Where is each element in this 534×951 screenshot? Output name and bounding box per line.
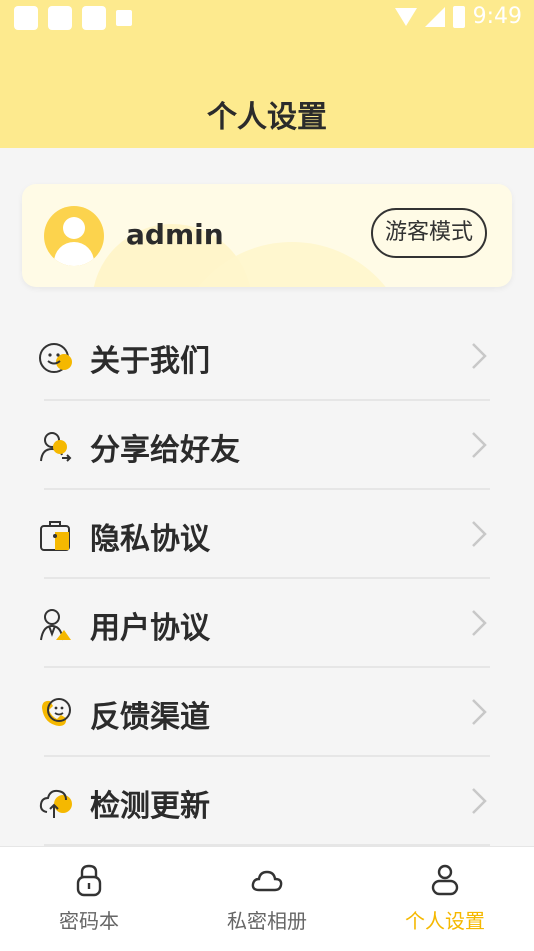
- notification-icon: [48, 6, 72, 30]
- menu-item-share[interactable]: 分享给好友: [0, 401, 534, 490]
- page-title: 个人设置: [207, 100, 327, 135]
- menu-item-feedback[interactable]: 反馈渠道: [0, 668, 534, 757]
- menu-item-label: 隐私协议: [90, 522, 210, 557]
- cloud-icon: [251, 870, 283, 892]
- person-icon: [431, 864, 459, 896]
- feedback-icon: [42, 698, 71, 726]
- notification-icon: [14, 6, 38, 30]
- tab-label: 私密相册: [227, 909, 307, 933]
- menu-item-privacy[interactable]: 隐私协议: [0, 490, 534, 579]
- status-system-icons: 9:49: [394, 4, 522, 29]
- menu-item-label: 关于我们: [90, 344, 210, 379]
- header: 个人设置: [0, 36, 534, 148]
- menu-item-check-update[interactable]: 检测更新: [0, 757, 534, 846]
- menu-item-label: 检测更新: [90, 789, 210, 824]
- status-notification-icons: [14, 6, 132, 30]
- chevron-right-icon: [472, 699, 487, 725]
- menu-item-label: 用户协议: [90, 611, 210, 646]
- menu-item-label: 反馈渠道: [90, 700, 210, 735]
- chevron-right-icon: [472, 788, 487, 814]
- avatar[interactable]: [44, 206, 104, 266]
- lock-icon: [76, 864, 102, 897]
- username: admin: [126, 218, 224, 251]
- tab-label: 密码本: [59, 909, 119, 933]
- cloud-update-icon: [39, 789, 72, 818]
- menu-item-about[interactable]: 关于我们: [0, 312, 534, 401]
- signal-icon: [424, 6, 445, 27]
- chevron-right-icon: [472, 521, 487, 547]
- wifi-icon: [394, 7, 417, 26]
- smile-chat-icon: [39, 343, 72, 373]
- status-time: 9:49: [472, 4, 522, 29]
- chevron-right-icon: [472, 610, 487, 636]
- share-user-icon: [40, 432, 72, 462]
- privacy-folder-icon: [40, 521, 70, 551]
- profile-card: admin 游客模式: [22, 184, 512, 287]
- settings-menu: 关于我们 分享给好友 隐私协议 用户协议 反馈渠道 检测更新: [0, 312, 534, 846]
- tab-private-album[interactable]: 私密相册: [178, 847, 356, 951]
- menu-item-user-agreement[interactable]: 用户协议: [0, 579, 534, 668]
- tab-personal-settings[interactable]: 个人设置: [356, 847, 534, 951]
- tab-password-book[interactable]: 密码本: [0, 847, 178, 951]
- bottom-tab-bar: 密码本 私密相册 个人设置: [0, 846, 534, 951]
- notification-icon: [82, 6, 106, 30]
- status-bar: 9:49: [0, 0, 534, 36]
- chevron-right-icon: [472, 432, 487, 458]
- tab-label: 个人设置: [405, 909, 485, 933]
- notification-icon: [116, 10, 132, 26]
- menu-item-label: 分享给好友: [90, 433, 240, 468]
- battery-icon: [452, 5, 465, 28]
- user-agreement-icon: [40, 609, 71, 641]
- guest-mode-button[interactable]: 游客模式: [371, 208, 487, 258]
- chevron-right-icon: [472, 343, 487, 369]
